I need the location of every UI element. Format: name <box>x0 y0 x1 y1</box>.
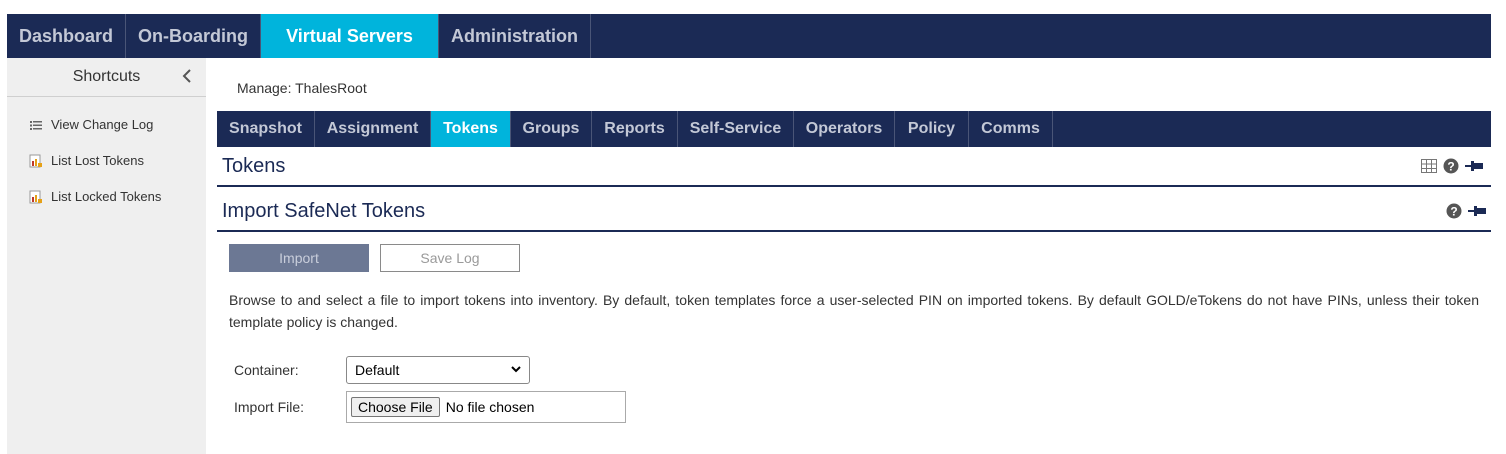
import-title: Import SafeNet Tokens <box>222 200 426 222</box>
container-select[interactable]: Default <box>346 356 530 384</box>
report-icon <box>29 190 43 204</box>
sidebar-item-view-change-log[interactable]: View Change Log <box>29 117 153 132</box>
sub-nav: Snapshot Assignment Tokens Groups Report… <box>217 111 1491 147</box>
import-description: Browse to and select a file to import to… <box>229 292 1479 330</box>
sidebar-header: Shortcuts <box>7 58 206 97</box>
svg-text:?: ? <box>1447 160 1454 174</box>
sidebar-title: Shortcuts <box>72 68 141 85</box>
tab-operators[interactable]: Operators <box>794 111 895 147</box>
sidebar-item-list-lost-tokens[interactable]: List Lost Tokens <box>29 153 144 168</box>
tab-snapshot[interactable]: Snapshot <box>217 111 315 147</box>
tab-on-boarding[interactable]: On-Boarding <box>126 14 261 58</box>
import-divider <box>217 230 1491 232</box>
tokens-divider <box>217 185 1491 187</box>
table-icon[interactable] <box>1421 159 1437 178</box>
import-button[interactable]: Import <box>229 244 369 272</box>
sidebar-item-label: List Locked Tokens <box>51 189 162 204</box>
choose-file-button[interactable]: Choose File <box>351 397 440 417</box>
tab-comms[interactable]: Comms <box>969 111 1053 147</box>
import-file-label: Import File: <box>234 399 305 415</box>
help-icon[interactable]: ? <box>1443 158 1459 179</box>
svg-text:?: ? <box>1450 205 1457 219</box>
manage-label: Manage: ThalesRoot <box>237 80 367 96</box>
tab-groups[interactable]: Groups <box>511 111 592 147</box>
tab-dashboard[interactable]: Dashboard <box>7 14 126 58</box>
chevron-left-icon[interactable] <box>182 69 196 85</box>
container-label: Container: <box>234 362 299 378</box>
tab-tokens[interactable]: Tokens <box>431 111 511 147</box>
sidebar-item-list-locked-tokens[interactable]: List Locked Tokens <box>29 189 161 204</box>
list-icon <box>29 118 43 132</box>
tab-administration[interactable]: Administration <box>439 14 591 58</box>
import-file-input: Choose File No file chosen <box>346 391 626 423</box>
sidebar-item-label: View Change Log <box>51 117 154 132</box>
top-nav: Dashboard On-Boarding Virtual Servers Ad… <box>7 14 1491 58</box>
sidebar: Shortcuts View Change Log List Lost Toke… <box>7 58 206 454</box>
chevron-down-icon <box>509 362 523 379</box>
container-value: Default <box>355 362 400 378</box>
help-icon[interactable]: ? <box>1446 203 1462 224</box>
tab-virtual-servers[interactable]: Virtual Servers <box>261 14 439 58</box>
file-status: No file chosen <box>445 399 535 415</box>
report-icon <box>29 154 43 168</box>
tab-self-service[interactable]: Self-Service <box>678 111 794 147</box>
tab-policy[interactable]: Policy <box>895 111 969 147</box>
pin-icon[interactable] <box>1468 204 1486 223</box>
import-toolbar: ? <box>1446 203 1486 224</box>
sidebar-item-label: List Lost Tokens <box>51 153 144 168</box>
save-log-button[interactable]: Save Log <box>380 244 520 272</box>
tokens-toolbar: ? <box>1421 158 1483 179</box>
tab-reports[interactable]: Reports <box>592 111 678 147</box>
tab-assignment[interactable]: Assignment <box>315 111 431 147</box>
pin-icon[interactable] <box>1465 159 1483 178</box>
tokens-title: Tokens <box>222 155 286 177</box>
